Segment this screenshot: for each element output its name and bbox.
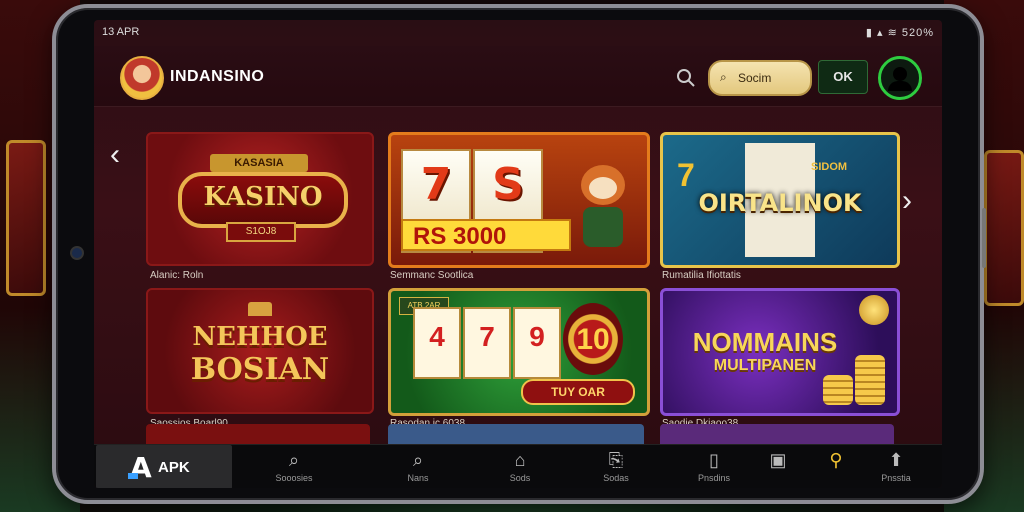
tab-label: Pnsdins: [697, 473, 731, 483]
tab-camera[interactable]: ▣: [748, 449, 808, 473]
upload-icon: ⬆: [888, 450, 904, 470]
search-icon: ⌕: [412, 450, 424, 470]
side-button: [982, 208, 986, 268]
profile-icon-body: [888, 81, 912, 91]
document-icon: ▯: [709, 450, 719, 470]
brand-name: INDANSINO: [170, 68, 265, 85]
game-card-peek[interactable]: [660, 424, 894, 444]
coin-icon: 10: [563, 303, 623, 375]
game-card-slots-green[interactable]: ATB 2AR 4 7 9 10 TUY OAR: [388, 288, 650, 416]
search-icon[interactable]: [676, 68, 696, 88]
game-title-line1: NEHHOE: [192, 322, 328, 352]
carousel-prev-arrow[interactable]: ‹: [110, 140, 120, 170]
coin-stack-icon: [823, 375, 853, 405]
game-caption: Alanic: Roln: [150, 270, 204, 281]
user-avatar[interactable]: [120, 56, 164, 100]
game-card-oirtalinok[interactable]: 7 SIDOM OIRTALINOK: [660, 132, 900, 268]
tab-lock[interactable]: ⚲: [806, 449, 866, 473]
profile-button[interactable]: [878, 56, 922, 100]
reel-symbol: 4: [429, 321, 445, 352]
bonus-amount: RS 3000: [401, 219, 571, 251]
reel-symbol: 9: [529, 321, 545, 352]
game-card-peek[interactable]: [146, 424, 370, 444]
camera-icon: ▣: [769, 450, 787, 470]
tab-label: Nans: [407, 473, 429, 483]
tab-search-2[interactable]: ⌕ Nans: [388, 449, 448, 483]
game-title-line2: BOSIAN: [190, 352, 330, 387]
game-card-slots[interactable]: 7 S RS 3000: [388, 132, 650, 268]
apk-logo[interactable]: A APK: [96, 445, 232, 488]
top-bar: INDANSINO ⌕ Socim OK: [94, 46, 942, 107]
background-slot-machine: [984, 150, 1024, 306]
search-icon: ⌕: [720, 70, 727, 84]
gift-icon: ⎘: [608, 450, 624, 470]
home-icon: ⌂: [514, 450, 526, 470]
tab-label: Sooosies: [275, 473, 313, 483]
apk-logo-text: APK: [158, 459, 190, 476]
status-bar: 13 APR ▮ ▴ ≋ 520%: [102, 24, 934, 40]
crown-icon: [248, 302, 272, 316]
game-subtitle: S1OJ8: [226, 222, 296, 242]
carousel-next-arrow[interactable]: ›: [902, 186, 912, 216]
game-caption: Semmanc Sootlica: [390, 270, 474, 281]
coin-value: 10: [576, 323, 610, 356]
search-input[interactable]: ⌕ Socim: [708, 60, 812, 96]
camera-dot: [70, 246, 84, 260]
try-button[interactable]: TUY OAR: [521, 379, 635, 405]
search-placeholder: Socim: [738, 71, 772, 85]
tab-gift[interactable]: ⎘ Sodas: [586, 449, 646, 483]
apk-logo-letter: A: [128, 451, 152, 484]
fox-mascot-icon: [573, 159, 633, 249]
status-icons: ▮ ▴ ≋ 520%: [865, 27, 934, 39]
game-title: OIRTALINOK: [698, 189, 862, 217]
tab-label: Sods: [509, 473, 531, 483]
game-title: KASINO: [203, 182, 323, 212]
game-ribbon: KASASIA: [210, 154, 308, 172]
status-time: 13 APR: [102, 26, 140, 38]
tab-label: Sodas: [603, 473, 629, 483]
ok-button[interactable]: OK: [818, 60, 868, 94]
app-screen: 13 APR ▮ ▴ ≋ 520% INDANSINO ⌕ Socim OK ‹…: [94, 20, 942, 488]
game-card-nehhoe[interactable]: NEHHOE BOSIAN: [146, 288, 374, 414]
bottom-tab-bar: A APK ⌕ Sooosies ⌕ Nans ⌂ Sods ⎘ Sodas ▯…: [94, 444, 942, 488]
reel-symbol: 7: [479, 321, 495, 352]
game-plaque: KASINO: [178, 172, 348, 228]
mascot-face: [589, 177, 617, 199]
search-icon: ⌕: [288, 450, 300, 470]
tab-label: Pnsstia: [881, 473, 911, 483]
game-subtitle: SIDOM: [811, 161, 848, 173]
tab-upload[interactable]: ⬆ Pnsstia: [866, 449, 926, 483]
tab-home[interactable]: ⌂ Sods: [490, 449, 550, 483]
mascot-body: [583, 207, 623, 247]
slot-reel: 4: [413, 307, 461, 379]
reel-symbol: S: [492, 159, 524, 210]
slot-reel: 9: [513, 307, 561, 379]
profile-icon: [893, 67, 907, 81]
slot-reel: 7: [463, 307, 511, 379]
game-card-kasino[interactable]: KASASIA KASINO S1OJ8: [146, 132, 374, 266]
game-caption: Rumatilia Ifiottatis: [662, 270, 741, 281]
background-slot-machine: [6, 140, 46, 296]
coin-icon: [859, 295, 889, 325]
game-title-line2: MULTIPANEN: [713, 357, 817, 374]
tab-search[interactable]: ⌕ Sooosies: [264, 449, 324, 483]
phone-frame: 13 APR ▮ ▴ ≋ 520% INDANSINO ⌕ Socim OK ‹…: [52, 4, 986, 504]
game-card-nommains[interactable]: NOMMAINS MULTIPANEN: [660, 288, 900, 416]
tab-document[interactable]: ▯ Pnsdins: [684, 449, 744, 483]
reel-symbol: 7: [420, 159, 452, 210]
game-card-peek[interactable]: [388, 424, 644, 444]
lock-icon: ⚲: [829, 450, 843, 470]
game-title-line1: NOMMAINS: [692, 327, 838, 357]
